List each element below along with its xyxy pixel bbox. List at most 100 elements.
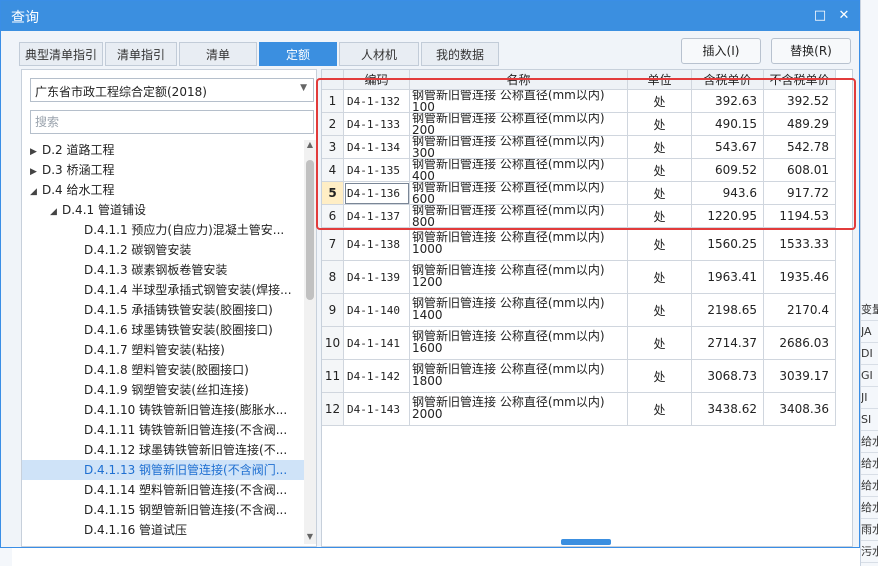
tree-node[interactable]: D.4.1.10 铸铁管新旧管连接(膨胀水... [22, 400, 304, 420]
tree-node-label: D.3 桥涵工程 [42, 163, 115, 177]
tree-node[interactable]: D.4.1.1 预应力(自应力)混凝土管安... [22, 220, 304, 240]
scroll-up-icon[interactable]: ▲ [304, 140, 316, 152]
quota-unit: 处 [628, 159, 692, 182]
table-row[interactable]: 7 D4-1-138 钢管新旧管连接 公称直径(mm以内) 1000 处 1560.25… [322, 228, 836, 261]
row-index: 12 [322, 393, 344, 426]
tree-node[interactable]: ◢ D.4 给水工程 [22, 180, 304, 200]
header-code[interactable]: 编码 [344, 70, 410, 90]
quota-unit: 处 [628, 393, 692, 426]
tree-scrollbar[interactable]: ▲ ▼ [304, 140, 316, 544]
collapse-icon[interactable]: ◢ [30, 182, 42, 202]
header-price-tax[interactable]: 含税单价 [692, 70, 764, 90]
expand-icon[interactable]: ▶ [30, 162, 42, 182]
maximize-icon[interactable]: □ [811, 7, 829, 25]
search-input[interactable] [30, 110, 314, 134]
tree-node-label: D.4.1.13 钢管新旧管连接(不含阀门... [84, 463, 288, 477]
background-text: JA [861, 322, 878, 343]
quota-tree-panel: 广东省市政工程综合定额(2018) ▼ ▶D.2 道路工程▶D.3 桥涵工程◢D… [21, 69, 317, 547]
tree-node-label: D.4.1.9 钢塑管安装(丝扣连接) [84, 383, 249, 397]
table-row[interactable]: 2 D4-1-133 钢管新旧管连接 公称直径(mm以内) 200 处 490.15 48… [322, 113, 836, 136]
background-text: GI [861, 366, 878, 387]
query-dialog: 查询 □ ✕ 典型清单指引 清单指引 清单 定额 人材机 我的数据 插入(I) … [0, 0, 860, 548]
row-index: 9 [322, 294, 344, 327]
title-bar: 查询 □ ✕ [1, 1, 859, 31]
close-icon[interactable]: ✕ [835, 7, 853, 25]
quota-code: D4-1-135 [344, 159, 410, 182]
tree-node[interactable]: D.4.1.7 塑料管安装(粘接) [22, 340, 304, 360]
tree-node[interactable]: D.4.1.2 碳钢管安装 [22, 240, 304, 260]
header-unit[interactable]: 单位 [628, 70, 692, 90]
tree-node[interactable]: D.4.1.12 球墨铸铁管新旧管连接(不... [22, 440, 304, 460]
table-row[interactable]: 11 D4-1-142 钢管新旧管连接 公称直径(mm以内) 1800 处 3068.7… [322, 360, 836, 393]
header-name[interactable]: 名称 [410, 70, 628, 90]
tree-node[interactable]: D.4.1.13 钢管新旧管连接(不含阀门... [22, 460, 304, 480]
tree-node-label: D.4.1.16 管道试压 [84, 523, 188, 537]
scroll-down-icon[interactable]: ▼ [304, 532, 316, 544]
price-with-tax: 1560.25 [692, 228, 764, 261]
collapse-icon[interactable]: ◢ [50, 202, 62, 222]
quota-table: 编码 名称 单位 含税单价 不含税单价 1 D4-1-132 钢管新旧管连接 公称直… [321, 69, 853, 547]
tab-labor-material-machine[interactable]: 人材机 [339, 42, 419, 66]
tree-node-label: D.4.1.10 铸铁管新旧管连接(膨胀水... [84, 403, 288, 417]
tab-list-guide[interactable]: 清单指引 [105, 42, 177, 66]
tree-node[interactable]: ◢ D.4.1 管道铺设 [22, 200, 304, 220]
background-text: 变量 [861, 300, 878, 321]
row-index: 7 [322, 228, 344, 261]
insert-button[interactable]: 插入(I) [681, 38, 761, 64]
quota-unit: 处 [628, 182, 692, 205]
tree-node-label: D.4.1.7 塑料管安装(粘接) [84, 343, 225, 357]
quota-unit: 处 [628, 90, 692, 113]
table-row[interactable]: 6 D4-1-137 钢管新旧管连接 公称直径(mm以内) 800 处 1220.95 1… [322, 205, 836, 228]
tree-node[interactable]: D.4.1.16 管道试压 [22, 520, 304, 540]
tree-node[interactable]: D.4.1.9 钢塑管安装(丝扣连接) [22, 380, 304, 400]
tab-quota[interactable]: 定额 [259, 42, 337, 66]
tree-node-label: D.4.1.5 承插铸铁管安装(胶圈接口) [84, 303, 273, 317]
splitter-handle[interactable] [561, 539, 611, 545]
table-row[interactable]: 5 D4-1-136 钢管新旧管连接 公称直径(mm以内) 600 处 943.6 917… [322, 182, 836, 205]
expand-icon[interactable]: ▶ [30, 142, 42, 162]
row-index: 3 [322, 136, 344, 159]
tree-node[interactable]: ▶ D.3 桥涵工程 [22, 160, 304, 180]
table-row[interactable]: 1 D4-1-132 钢管新旧管连接 公称直径(mm以内) 100 处 392.63 39… [322, 90, 836, 113]
table-row[interactable]: 4 D4-1-135 钢管新旧管连接 公称直径(mm以内) 400 处 609.52 60… [322, 159, 836, 182]
tree-node[interactable]: D.4.1.8 塑料管安装(胶圈接口) [22, 360, 304, 380]
tree-node-label: D.4.1.14 塑料管新旧管连接(不含阀... [84, 483, 288, 497]
table-row[interactable]: 3 D4-1-134 钢管新旧管连接 公称直径(mm以内) 300 处 543.67 54… [322, 136, 836, 159]
tree-node[interactable]: D.4.1.15 钢塑管新旧管连接(不含阀... [22, 500, 304, 520]
table-row[interactable]: 12 D4-1-143 钢管新旧管连接 公称直径(mm以内) 2000 处 3438.6… [322, 393, 836, 426]
tab-my-data[interactable]: 我的数据 [421, 42, 499, 66]
table-row[interactable]: 8 D4-1-139 钢管新旧管连接 公称直径(mm以内) 1200 处 1963.41… [322, 261, 836, 294]
tree-node-label: D.4.1.2 碳钢管安装 [84, 243, 192, 257]
tab-list[interactable]: 清单 [179, 42, 257, 66]
quota-library-select[interactable]: 广东省市政工程综合定额(2018) ▼ [30, 78, 314, 102]
price-without-tax: 917.72 [764, 182, 836, 205]
scroll-thumb[interactable] [306, 160, 314, 300]
tree-node[interactable]: D.4.1.14 塑料管新旧管连接(不含阀... [22, 480, 304, 500]
table-row[interactable]: 10 D4-1-141 钢管新旧管连接 公称直径(mm以内) 1600 处 2714.3… [322, 327, 836, 360]
replace-button[interactable]: 替换(R) [771, 38, 851, 64]
tree-node-label: D.2 道路工程 [42, 143, 115, 157]
quota-name: 钢管新旧管连接 公称直径(mm以内) 200 [410, 113, 628, 136]
price-without-tax: 2170.4 [764, 294, 836, 327]
table-row[interactable]: 9 D4-1-140 钢管新旧管连接 公称直径(mm以内) 1400 处 2198.65… [322, 294, 836, 327]
price-with-tax: 3068.73 [692, 360, 764, 393]
quota-code: D4-1-133 [344, 113, 410, 136]
tree-node[interactable]: D.4.1.6 球墨铸铁管安装(胶圈接口) [22, 320, 304, 340]
quota-unit: 处 [628, 327, 692, 360]
tree-node[interactable]: D.4.1.3 碳素钢板卷管安装 [22, 260, 304, 280]
tab-typical-list-guide[interactable]: 典型清单指引 [19, 42, 103, 66]
quota-unit: 处 [628, 360, 692, 393]
tree-node[interactable]: D.4.1.4 半球型承插式钢管安装(焊接... [22, 280, 304, 300]
price-without-tax: 3408.36 [764, 393, 836, 426]
background-text: SI [861, 410, 878, 431]
tree-node[interactable]: D.4.1.5 承插铸铁管安装(胶圈接口) [22, 300, 304, 320]
quota-unit: 处 [628, 113, 692, 136]
quota-code: D4-1-142 [344, 360, 410, 393]
row-index: 2 [322, 113, 344, 136]
header-price-notax[interactable]: 不含税单价 [764, 70, 836, 90]
quota-code: D4-1-139 [344, 261, 410, 294]
tree-node[interactable]: ▶ D.2 道路工程 [22, 140, 304, 160]
tree-node[interactable]: D.4.1.11 铸铁管新旧管连接(不含阀... [22, 420, 304, 440]
row-index: 1 [322, 90, 344, 113]
row-index: 6 [322, 205, 344, 228]
